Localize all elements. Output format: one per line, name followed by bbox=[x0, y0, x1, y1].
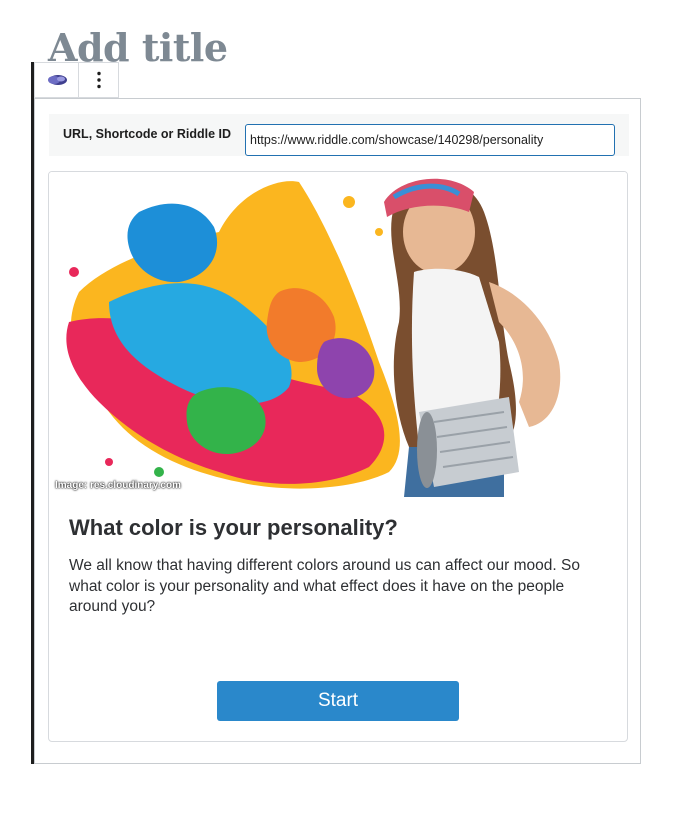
url-input[interactable] bbox=[245, 124, 615, 156]
paint-splash-woman-illustration bbox=[49, 172, 627, 497]
more-vertical-icon bbox=[96, 71, 101, 89]
hero-image: Image: res.cloudinary.com bbox=[49, 172, 627, 497]
url-label: URL, Shortcode or Riddle ID bbox=[63, 127, 232, 141]
block-type-button[interactable] bbox=[35, 63, 79, 97]
riddle-quiz-card: Image: res.cloudinary.com What color is … bbox=[48, 171, 628, 742]
quiz-title: What color is your personality? bbox=[69, 515, 398, 540]
quiz-description: We all know that having different colors… bbox=[69, 557, 580, 615]
riddle-icon bbox=[47, 75, 67, 85]
block-toolbar bbox=[34, 62, 119, 98]
image-credit: Image: res.cloudinary.com bbox=[55, 480, 181, 491]
riddle-embed-block[interactable]: URL, Shortcode or Riddle ID https://www.… bbox=[34, 98, 641, 764]
url-row: URL, Shortcode or Riddle ID bbox=[49, 114, 629, 156]
start-button[interactable]: Start bbox=[217, 681, 459, 721]
more-options-button[interactable] bbox=[79, 63, 118, 97]
